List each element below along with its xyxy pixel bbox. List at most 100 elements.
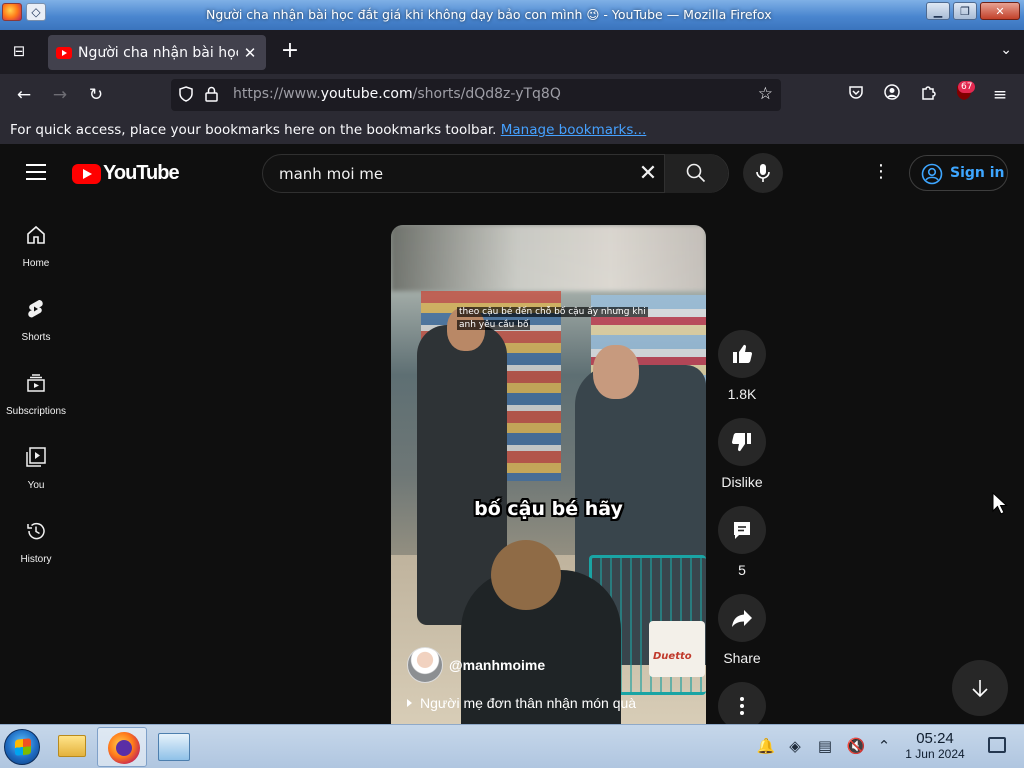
you-library-icon [26, 447, 46, 467]
clear-search-icon[interactable]: ✕ [635, 161, 661, 186]
like-button[interactable] [718, 330, 766, 378]
channel-handle[interactable]: @manhmoime [449, 657, 545, 673]
voice-search-button[interactable] [743, 153, 783, 193]
youtube-play-logo-icon [72, 163, 101, 184]
search-box[interactable]: manh moi me ✕ [262, 154, 729, 193]
pocket-icon[interactable] [844, 83, 868, 107]
channel-info[interactable]: @manhmoime [407, 647, 545, 683]
show-desktop-button[interactable] [988, 737, 1006, 753]
navigation-toolbar: ← → ↻ https://www.youtube.com/shorts/dQd… [0, 74, 1024, 116]
search-input[interactable]: manh moi me [279, 165, 383, 183]
control-panel-icon [158, 733, 190, 761]
more-action[interactable] [718, 682, 766, 724]
reload-icon[interactable]: ↻ [84, 83, 108, 107]
minimize-button[interactable]: ▁ [926, 2, 950, 20]
tab-strip: ⊟ Người cha nhận bài học đắt ✕ + ⌄ [0, 30, 1024, 74]
show-hidden-icons-chevron-up-icon[interactable]: ⌃ [874, 737, 894, 755]
notification-bell-icon[interactable]: 🔔 [756, 737, 776, 755]
sidebar-item-home[interactable]: Home [0, 224, 72, 298]
list-all-tabs-icon[interactable]: ⊟ [9, 42, 29, 62]
like-count: 1.8K [727, 386, 757, 402]
youtube-wordmark: YouTube [103, 162, 180, 184]
sidebar-label-history: History [20, 554, 52, 565]
thumbs-down-icon [731, 433, 751, 452]
thumbs-up-icon [733, 344, 753, 363]
home-icon [27, 225, 45, 244]
sign-in-label: Sign in [950, 165, 1005, 181]
guide-menu-icon[interactable] [26, 164, 46, 180]
share-button[interactable] [718, 594, 766, 642]
lock-icon[interactable] [205, 86, 221, 104]
share-arrow-icon [732, 610, 752, 627]
bookmark-star-icon[interactable]: ☆ [758, 84, 773, 104]
video-caption: bố cậu bé hãy [474, 498, 623, 520]
close-tab-icon[interactable]: ✕ [242, 44, 258, 62]
volume-muted-icon[interactable]: 🔇 [846, 737, 866, 755]
network-icon[interactable]: ◈ [785, 737, 805, 755]
youtube-logo[interactable]: YouTube [72, 162, 180, 185]
microphone-icon [756, 164, 770, 182]
search-button[interactable] [664, 154, 728, 193]
sign-in-button[interactable]: Sign in [909, 155, 1008, 191]
bookmarks-hint-text: For quick access, place your bookmarks h… [10, 122, 497, 138]
tab-youtube[interactable]: Người cha nhận bài học đắt ✕ [48, 35, 266, 70]
next-short-button[interactable] [952, 660, 1008, 716]
share-label: Share [723, 650, 761, 666]
clock-date: 1 Jun 2024 [905, 747, 965, 761]
firefox-app-icon[interactable] [2, 3, 22, 21]
new-tab-button[interactable]: + [280, 40, 300, 62]
sidebar-item-history[interactable]: History [0, 520, 72, 594]
mouse-cursor-icon [992, 492, 1008, 515]
dislike-label: Dislike [721, 474, 763, 490]
comment-count: 5 [738, 562, 746, 578]
search-icon [686, 163, 706, 183]
window-titlebar: ◇ Người cha nhận bài học đắt giá khi khô… [0, 0, 1024, 30]
tracking-protection-shield-icon[interactable] [179, 86, 195, 104]
comment-icon [734, 522, 750, 539]
sidebar-label-shorts: Shorts [21, 332, 51, 343]
close-window-button[interactable]: ✕ [980, 2, 1020, 20]
dislike-action[interactable]: Dislike [718, 418, 766, 490]
start-menu-button[interactable] [4, 729, 40, 765]
app-menu-hamburger-icon[interactable]: ≡ [988, 83, 1012, 107]
channel-avatar[interactable] [407, 647, 443, 683]
comments-button[interactable] [718, 506, 766, 554]
manage-bookmarks-link[interactable]: Manage bookmarks... [501, 122, 647, 138]
taskbar-firefox[interactable] [97, 727, 147, 767]
more-options-button[interactable] [718, 682, 766, 724]
forward-arrow-icon[interactable]: → [48, 83, 72, 107]
window-menu-icon[interactable]: ◇ [26, 3, 46, 21]
window-title: Người cha nhận bài học đắt giá khi không… [206, 7, 772, 22]
back-arrow-icon[interactable]: ← [12, 83, 36, 107]
extensions-puzzle-icon[interactable] [916, 83, 940, 107]
dislike-button[interactable] [718, 418, 766, 466]
video-subtitle-top: theo cậu bé đến chỗ bố cậu ấy nhưng khi … [457, 307, 648, 330]
clipboard-icon[interactable]: ▤ [815, 737, 835, 755]
shorts-icon [28, 300, 43, 318]
sidebar-item-subscriptions[interactable]: Subscriptions [0, 372, 72, 446]
sidebar-item-you[interactable]: You [0, 446, 72, 520]
system-clock[interactable]: 05:24 1 Jun 2024 [900, 730, 970, 762]
like-action[interactable]: 1.8K [718, 330, 766, 402]
comments-action[interactable]: 5 [718, 506, 766, 578]
tab-title: Người cha nhận bài học đắt [78, 44, 238, 61]
settings-more-icon[interactable]: ⋮ [872, 161, 890, 185]
taskbar-file-manager[interactable] [46, 727, 96, 767]
chevron-down-icon[interactable]: ⌄ [1000, 42, 1012, 58]
history-icon [27, 522, 45, 540]
address-bar[interactable]: https://www.youtube.com/shorts/dQd8z-yTq… [171, 79, 781, 111]
url-text[interactable]: https://www.youtube.com/shorts/dQd8z-yTq… [233, 86, 561, 102]
youtube-favicon-icon [56, 46, 72, 59]
share-action[interactable]: Share [718, 594, 766, 666]
account-circle-icon [921, 163, 943, 185]
extension-badge: 67 [958, 81, 976, 93]
sidebar-label-subscriptions: Subscriptions [5, 406, 67, 417]
taskbar-control-panel[interactable] [148, 727, 198, 767]
account-icon[interactable] [880, 83, 904, 107]
sound-title[interactable]: Người mẹ đơn thân nhận món quà [407, 695, 636, 711]
maximize-button[interactable]: ❐ [953, 2, 977, 20]
clock-time: 05:24 [916, 730, 954, 747]
sidebar-item-shorts[interactable]: Shorts [0, 298, 72, 372]
shorts-video-player[interactable]: Duetto theo cậu bé đến chỗ bố cậu ấy như… [391, 225, 706, 724]
subscriptions-icon [27, 374, 45, 392]
